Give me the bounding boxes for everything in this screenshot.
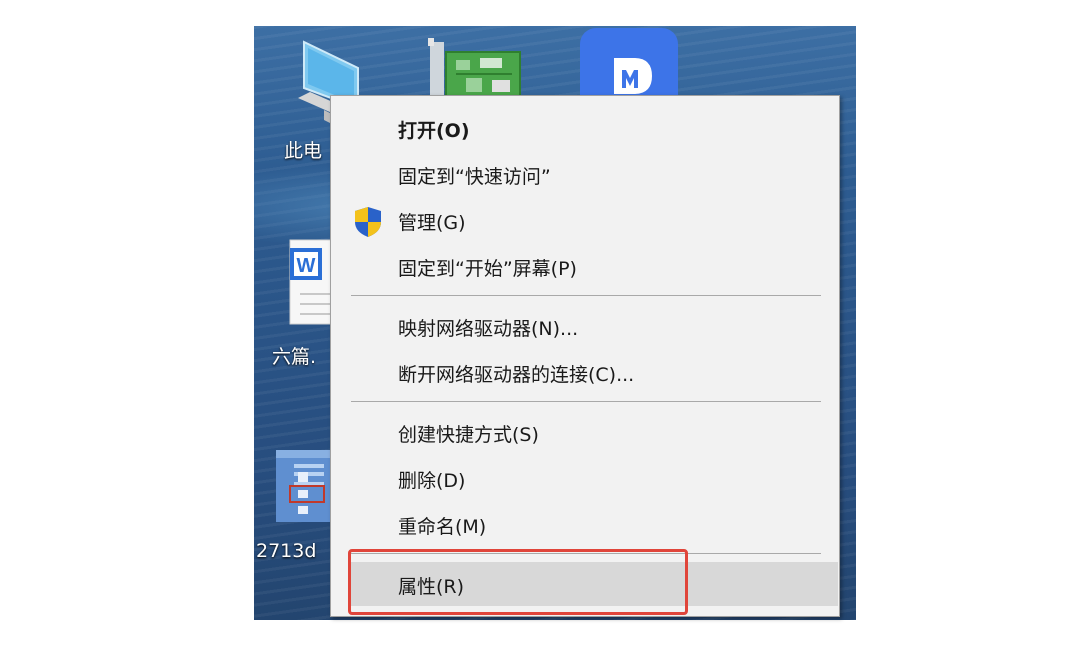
menu-item-delete[interactable]: 删除(D)	[398, 466, 465, 493]
menu-item-create-shortcut[interactable]: 创建快捷方式(S)	[398, 420, 539, 447]
document-label: 六篇.	[272, 346, 317, 368]
context-menu: 打开(O) 固定到“快速访问” 管理(G) 固定到“开始”屏幕(P) 映射网络驱…	[330, 95, 840, 617]
uac-shield-icon	[353, 206, 383, 238]
menu-item-manage[interactable]: 管理(G)	[398, 208, 466, 235]
menu-item-rename[interactable]: 重命名(M)	[398, 512, 486, 539]
menu-item-open[interactable]: 打开(O)	[398, 116, 470, 143]
menu-item-pin-start[interactable]: 固定到“开始”屏幕(P)	[398, 254, 577, 281]
menu-separator	[351, 401, 821, 402]
menu-item-map-network-drive[interactable]: 映射网络驱动器(N)...	[398, 314, 578, 341]
this-pc-label: 此电	[284, 140, 323, 162]
menu-item-disconnect-network-drive[interactable]: 断开网络驱动器的连接(C)...	[398, 360, 634, 387]
menu-item-pin-quick-access[interactable]: 固定到“快速访问”	[398, 162, 551, 189]
image-label: 2713d	[256, 540, 317, 562]
svg-text:W: W	[297, 255, 316, 277]
image-thumbnail-icon[interactable]	[276, 450, 330, 522]
highlight-annotation-box	[348, 549, 688, 615]
app-m-icon[interactable]	[580, 28, 678, 128]
menu-separator	[351, 295, 821, 296]
